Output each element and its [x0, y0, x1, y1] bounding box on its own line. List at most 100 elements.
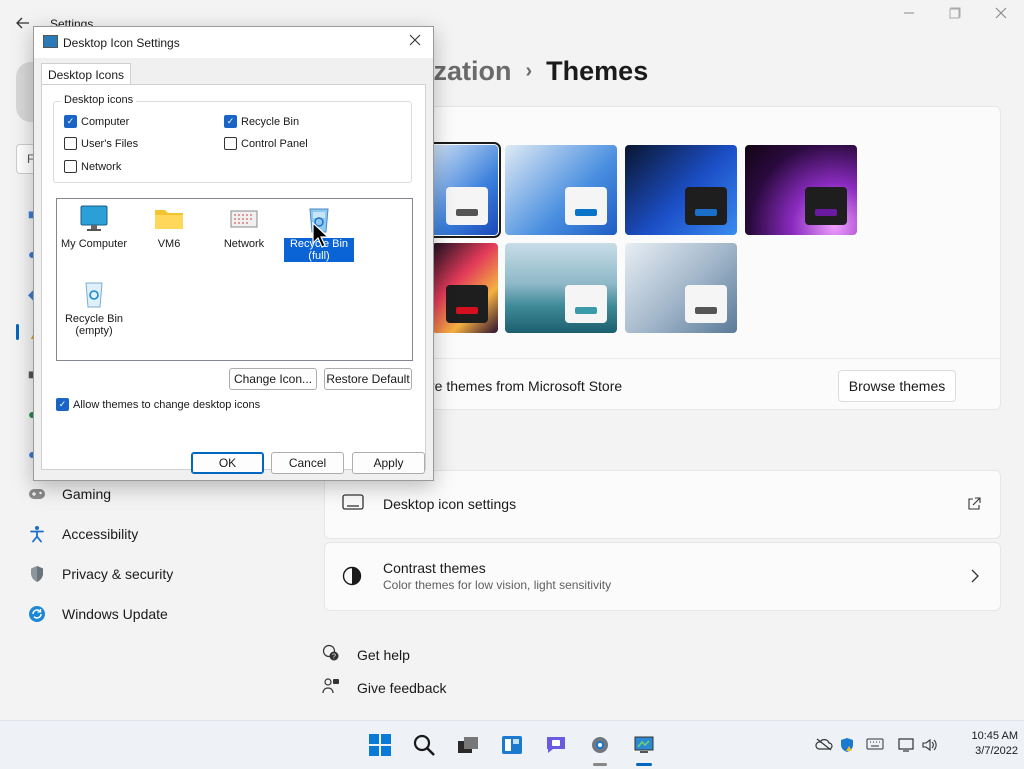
- breadcrumb-parent[interactable]: ization: [426, 56, 512, 86]
- breadcrumb: ization › Themes: [426, 56, 648, 87]
- icon-label: VM6: [157, 238, 181, 250]
- dialog-title: Desktop Icon Settings: [63, 36, 180, 50]
- give-feedback-link[interactable]: Give feedback: [322, 677, 447, 699]
- get-help-link[interactable]: ? Get help: [322, 644, 410, 666]
- minimize-icon[interactable]: [887, 6, 931, 28]
- store-text: re themes from Microsoft Store: [430, 378, 623, 394]
- theme-accent-bar: [575, 307, 597, 314]
- sidebar-item-windows-update[interactable]: Windows Update: [28, 597, 288, 631]
- icon-my-computer[interactable]: My Computer: [59, 204, 129, 250]
- contrast-title: Contrast themes: [383, 560, 486, 576]
- restore-default-button[interactable]: Restore Default: [324, 368, 412, 390]
- sidebar-item-label: Gaming: [62, 486, 112, 502]
- sidebar-item-label: Accessibility: [62, 526, 139, 542]
- theme-preview-window: [565, 285, 607, 323]
- browse-themes-button[interactable]: Browse themes: [838, 370, 956, 402]
- folder-icon: [153, 204, 185, 234]
- checkbox-label: User's Files: [81, 137, 139, 150]
- help-icon: ?: [322, 644, 342, 666]
- desktop-icon: [342, 494, 364, 517]
- checkbox-label: Control Panel: [241, 137, 308, 150]
- checkbox-computer[interactable]: ✓ Computer: [64, 115, 129, 128]
- dialog-close-icon[interactable]: [404, 31, 426, 53]
- clock[interactable]: 10:45 AM 3/7/2022: [940, 729, 1018, 759]
- keyboard-icon[interactable]: [866, 737, 884, 754]
- chat-icon[interactable]: [542, 731, 570, 759]
- change-icon-button[interactable]: Change Icon...: [229, 368, 317, 390]
- checkbox-label: Recycle Bin: [241, 115, 300, 128]
- theme-accent-bar: [456, 307, 478, 314]
- running-indicator: [593, 763, 607, 766]
- desktop-icon-settings-label: Desktop icon settings: [383, 496, 517, 512]
- back-arrow-icon[interactable]: [14, 14, 34, 34]
- give-feedback-label: Give feedback: [357, 680, 447, 696]
- start-icon[interactable]: [366, 731, 394, 759]
- clock-time: 10:45 AM: [971, 730, 1018, 742]
- contrast-themes-row[interactable]: [324, 542, 1001, 611]
- tab-desktop-icons[interactable]: Desktop Icons: [41, 63, 131, 86]
- theme-accent-bar: [815, 209, 837, 216]
- theme-thumbnail[interactable]: [505, 145, 617, 235]
- open-external-icon: [967, 497, 981, 516]
- selected-indicator: [16, 324, 19, 340]
- close-icon[interactable]: [979, 6, 1023, 28]
- task-view-icon[interactable]: [454, 731, 482, 759]
- icon-recycle-bin-empty[interactable]: Recycle Bin (empty): [59, 279, 129, 337]
- checkbox-network[interactable]: Network: [64, 160, 121, 173]
- checkbox-box[interactable]: ✓: [56, 398, 69, 411]
- theme-thumbnail[interactable]: [505, 243, 617, 333]
- group-label: Desktop icons: [61, 94, 137, 106]
- dialog-app-icon: [43, 35, 58, 48]
- taskbar: 10:45 AM 3/7/2022: [0, 720, 1024, 769]
- security-icon[interactable]: [839, 737, 855, 756]
- theme-preview-window: [685, 187, 727, 225]
- theme-preview-window: [446, 187, 488, 225]
- checkbox-label: Allow themes to change desktop icons: [73, 398, 261, 411]
- theme-accent-bar: [695, 307, 717, 314]
- desktop-icon-settings-dialog: Desktop Icon Settings Desktop Icons Desk…: [33, 26, 434, 481]
- checkbox-box[interactable]: [224, 137, 237, 150]
- theme-preview-window: [565, 187, 607, 225]
- widgets-icon[interactable]: [498, 731, 526, 759]
- desktop-icon-settings-taskbar-icon[interactable]: [630, 731, 658, 759]
- theme-thumbnail[interactable]: [429, 142, 501, 238]
- onedrive-icon[interactable]: [815, 737, 833, 754]
- chevron-right-icon: [970, 569, 980, 588]
- search-icon[interactable]: [410, 731, 438, 759]
- theme-thumbnail[interactable]: [625, 145, 737, 235]
- get-help-label: Get help: [357, 647, 410, 663]
- icon-label: Network: [223, 238, 265, 250]
- sidebar-item-privacy[interactable]: Privacy & security: [28, 557, 288, 591]
- icon-vm6[interactable]: VM6: [134, 204, 204, 250]
- volume-icon[interactable]: [921, 737, 939, 756]
- svg-text:?: ?: [332, 654, 336, 661]
- ok-button[interactable]: OK: [191, 452, 264, 474]
- recycle-bin-empty-icon: [78, 279, 110, 309]
- checkbox-box[interactable]: ✓: [224, 115, 237, 128]
- clock-date: 3/7/2022: [975, 745, 1018, 757]
- icon-network[interactable]: Network: [209, 204, 279, 250]
- theme-thumbnail[interactable]: [745, 145, 857, 235]
- sidebar-item-label: Privacy & security: [62, 566, 174, 582]
- shield-icon: [28, 565, 46, 583]
- cancel-button[interactable]: Cancel: [271, 452, 344, 474]
- display-network-icon[interactable]: [898, 737, 916, 756]
- checkbox-box[interactable]: [64, 160, 77, 173]
- windows-update-icon: [28, 605, 46, 623]
- maximize-icon[interactable]: [933, 6, 977, 28]
- checkbox-control-panel[interactable]: Control Panel: [224, 137, 308, 150]
- accessibility-icon: [28, 525, 46, 543]
- apply-button[interactable]: Apply: [352, 452, 425, 474]
- sidebar-item-label: Windows Update: [62, 606, 168, 622]
- checkbox-recycle-bin[interactable]: ✓ Recycle Bin: [224, 115, 299, 128]
- theme-thumbnail[interactable]: [432, 243, 498, 333]
- sidebar-item-accessibility[interactable]: Accessibility: [28, 517, 288, 551]
- settings-gear-icon[interactable]: [586, 731, 614, 759]
- checkbox-allow-themes[interactable]: ✓ Allow themes to change desktop icons: [56, 398, 260, 411]
- sidebar-item-gaming[interactable]: Gaming: [28, 477, 288, 511]
- checkbox-users-files[interactable]: User's Files: [64, 137, 138, 150]
- feedback-icon: [322, 677, 342, 699]
- checkbox-box[interactable]: [64, 137, 77, 150]
- theme-thumbnail[interactable]: [625, 243, 737, 333]
- checkbox-box[interactable]: ✓: [64, 115, 77, 128]
